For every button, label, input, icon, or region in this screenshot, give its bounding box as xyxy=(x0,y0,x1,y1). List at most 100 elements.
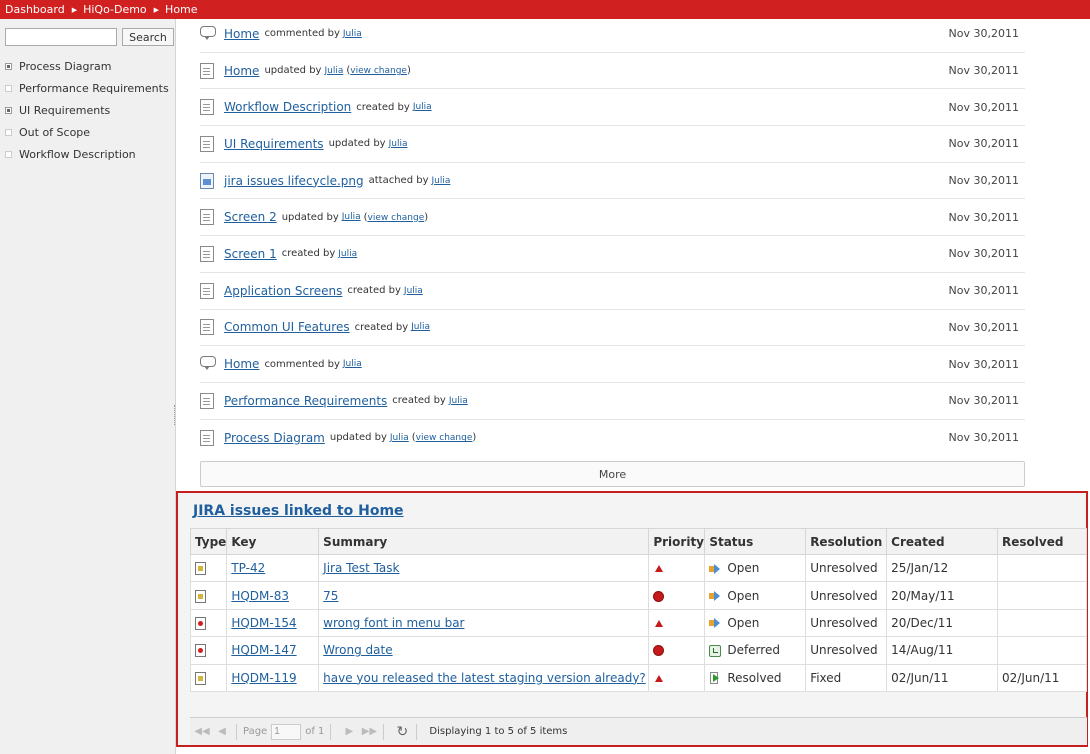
blocker-priority-icon xyxy=(653,590,665,602)
open-status-icon xyxy=(709,563,721,575)
issue-key-link[interactable]: HQDM-147 xyxy=(231,643,296,657)
column-header-status[interactable]: Status xyxy=(704,528,807,555)
column-header-summary[interactable]: Summary xyxy=(318,528,650,555)
last-page-icon[interactable]: ▶▶ xyxy=(361,724,377,740)
activity-verb: attached by xyxy=(368,175,429,187)
table-row: TP-42 Jira Test Task Open Unresolved 25/… xyxy=(189,553,1087,583)
breadcrumb-page[interactable]: Home xyxy=(165,3,197,16)
page-icon xyxy=(200,99,214,116)
view-change-link[interactable]: view change xyxy=(350,66,407,76)
activity-item: Common UI Features created by Julia Nov … xyxy=(200,310,1025,347)
activity-title-link[interactable]: UI Requirements xyxy=(224,137,324,151)
activity-user-link[interactable]: Julia xyxy=(413,102,432,112)
activity-item: Screen 1 created by Julia Nov 30,2011 xyxy=(200,236,1025,273)
activity-title-link[interactable]: Home xyxy=(224,64,259,78)
leaf-icon xyxy=(5,150,12,158)
tree-item-ui-requirements[interactable]: UI Requirements xyxy=(5,99,169,121)
activity-date: Nov 30,2011 xyxy=(948,27,1019,41)
tree-item-out-of-scope[interactable]: Out of Scope xyxy=(5,121,169,143)
refresh-icon[interactable]: ↻ xyxy=(394,724,410,740)
search-input[interactable] xyxy=(5,28,117,46)
table-row: HQDM-154 wrong font in menu bar Open Unr… xyxy=(189,608,1087,638)
search-button[interactable]: Search xyxy=(122,28,174,46)
activity-verb: created by xyxy=(281,248,336,260)
tree-item-process-diagram[interactable]: Process Diagram xyxy=(5,55,169,77)
activity-item: Screen 2 updated by Julia (view change) … xyxy=(200,199,1025,237)
activity-title-link[interactable]: Performance Requirements xyxy=(224,394,387,408)
activity-title-link[interactable]: Screen 1 xyxy=(224,247,277,261)
issue-status: Open xyxy=(727,588,760,603)
activity-item: jira issues lifecycle.png attached by Ju… xyxy=(200,163,1025,200)
activity-title-link[interactable]: Screen 2 xyxy=(224,210,277,224)
activity-title-link[interactable]: Process Diagram xyxy=(224,431,325,445)
tree-item-label: Performance Requirements xyxy=(19,81,169,95)
column-header-created[interactable]: Created xyxy=(886,528,999,555)
activity-user-link[interactable]: Julia xyxy=(390,433,409,443)
activity-user-link[interactable]: Julia xyxy=(389,139,408,149)
issue-key-link[interactable]: HQDM-83 xyxy=(231,589,289,603)
activity-user-link[interactable]: Julia xyxy=(324,66,343,76)
column-header-key[interactable]: Key xyxy=(226,528,320,555)
activity-title-link[interactable]: Common UI Features xyxy=(224,320,350,334)
activity-title-link[interactable]: jira issues lifecycle.png xyxy=(224,174,364,188)
page-icon xyxy=(200,282,214,299)
column-header-resolved[interactable]: Resolved xyxy=(997,528,1087,555)
view-change-link[interactable]: view change xyxy=(416,433,473,443)
jira-issues-table: Type Key Summary Priority Status Resolut… xyxy=(189,528,1087,692)
activity-title-link[interactable]: Workflow Description xyxy=(224,100,351,114)
activity-user-link[interactable]: Julia xyxy=(404,286,423,296)
activity-user-link[interactable]: Julia xyxy=(343,29,362,39)
more-button[interactable]: More xyxy=(200,461,1025,487)
first-page-icon[interactable]: ◀◀ xyxy=(194,724,210,740)
task-icon xyxy=(195,671,206,685)
tree-item-workflow-description[interactable]: Workflow Description xyxy=(5,143,169,165)
issue-resolution: Unresolved xyxy=(805,636,888,665)
activity-user-link[interactable]: Julia xyxy=(343,359,362,369)
chevron-right-icon: ▶ xyxy=(71,5,78,14)
issue-created: 25/Jan/12 xyxy=(886,553,999,583)
activity-user-link[interactable]: Julia xyxy=(432,176,451,186)
issue-key-link[interactable]: TP-42 xyxy=(231,561,265,575)
activity-title-link[interactable]: Application Screens xyxy=(224,284,342,298)
prev-page-icon[interactable]: ◀ xyxy=(214,724,230,740)
comment-icon xyxy=(200,356,216,372)
expand-icon[interactable] xyxy=(5,62,12,70)
column-header-type[interactable]: Type xyxy=(189,528,228,555)
sidebar-resize-handle[interactable] xyxy=(174,405,176,425)
activity-title-link[interactable]: Home xyxy=(224,357,259,371)
activity-user-link[interactable]: Julia xyxy=(449,396,468,406)
activity-item: Performance Requirements created by Juli… xyxy=(200,383,1025,420)
issue-summary-link[interactable]: Wrong date xyxy=(323,643,392,657)
issue-key-link[interactable]: HQDM-119 xyxy=(231,671,296,685)
activity-user-link[interactable]: Julia xyxy=(411,322,430,332)
tree-item-label: Workflow Description xyxy=(19,147,136,161)
column-header-resolution[interactable]: Resolution xyxy=(805,528,888,555)
issue-summary-link[interactable]: have you released the latest staging ver… xyxy=(323,671,646,685)
activity-user-link[interactable]: Julia xyxy=(338,249,357,259)
issue-key-link[interactable]: HQDM-154 xyxy=(231,616,296,630)
issue-created: 02/Jun/11 xyxy=(886,663,999,692)
major-priority-icon xyxy=(655,565,664,573)
major-priority-icon xyxy=(655,619,664,627)
issue-summary-link[interactable]: Jira Test Task xyxy=(323,561,399,575)
activity-user-link[interactable]: Julia xyxy=(342,212,361,222)
major-priority-icon xyxy=(655,674,664,682)
breadcrumb-space[interactable]: HiQo-Demo xyxy=(83,3,147,16)
activity-date: Nov 30,2011 xyxy=(948,100,1019,114)
expand-icon[interactable] xyxy=(5,106,12,114)
issue-summary-link[interactable]: 75 xyxy=(323,589,338,603)
page-icon xyxy=(200,135,214,152)
breadcrumb-dashboard[interactable]: Dashboard xyxy=(5,3,65,16)
jira-heading-link[interactable]: JIRA issues linked to Home xyxy=(193,503,404,519)
next-page-icon[interactable]: ▶ xyxy=(341,724,357,740)
pagination-toolbar: ◀◀ ◀ Page of 1 ▶ ▶▶ ↻ Displaying 1 to 5 … xyxy=(190,717,1087,745)
chevron-right-icon: ▶ xyxy=(153,5,160,14)
activity-date: Nov 30,2011 xyxy=(948,431,1019,445)
column-header-priority[interactable]: Priority xyxy=(648,528,706,555)
activity-date: Nov 30,2011 xyxy=(948,210,1019,224)
issue-summary-link[interactable]: wrong font in menu bar xyxy=(323,616,464,630)
tree-item-performance-requirements[interactable]: Performance Requirements xyxy=(5,77,169,99)
view-change-link[interactable]: view change xyxy=(368,213,425,223)
page-number-input[interactable] xyxy=(271,723,302,740)
activity-title-link[interactable]: Home xyxy=(224,27,259,41)
